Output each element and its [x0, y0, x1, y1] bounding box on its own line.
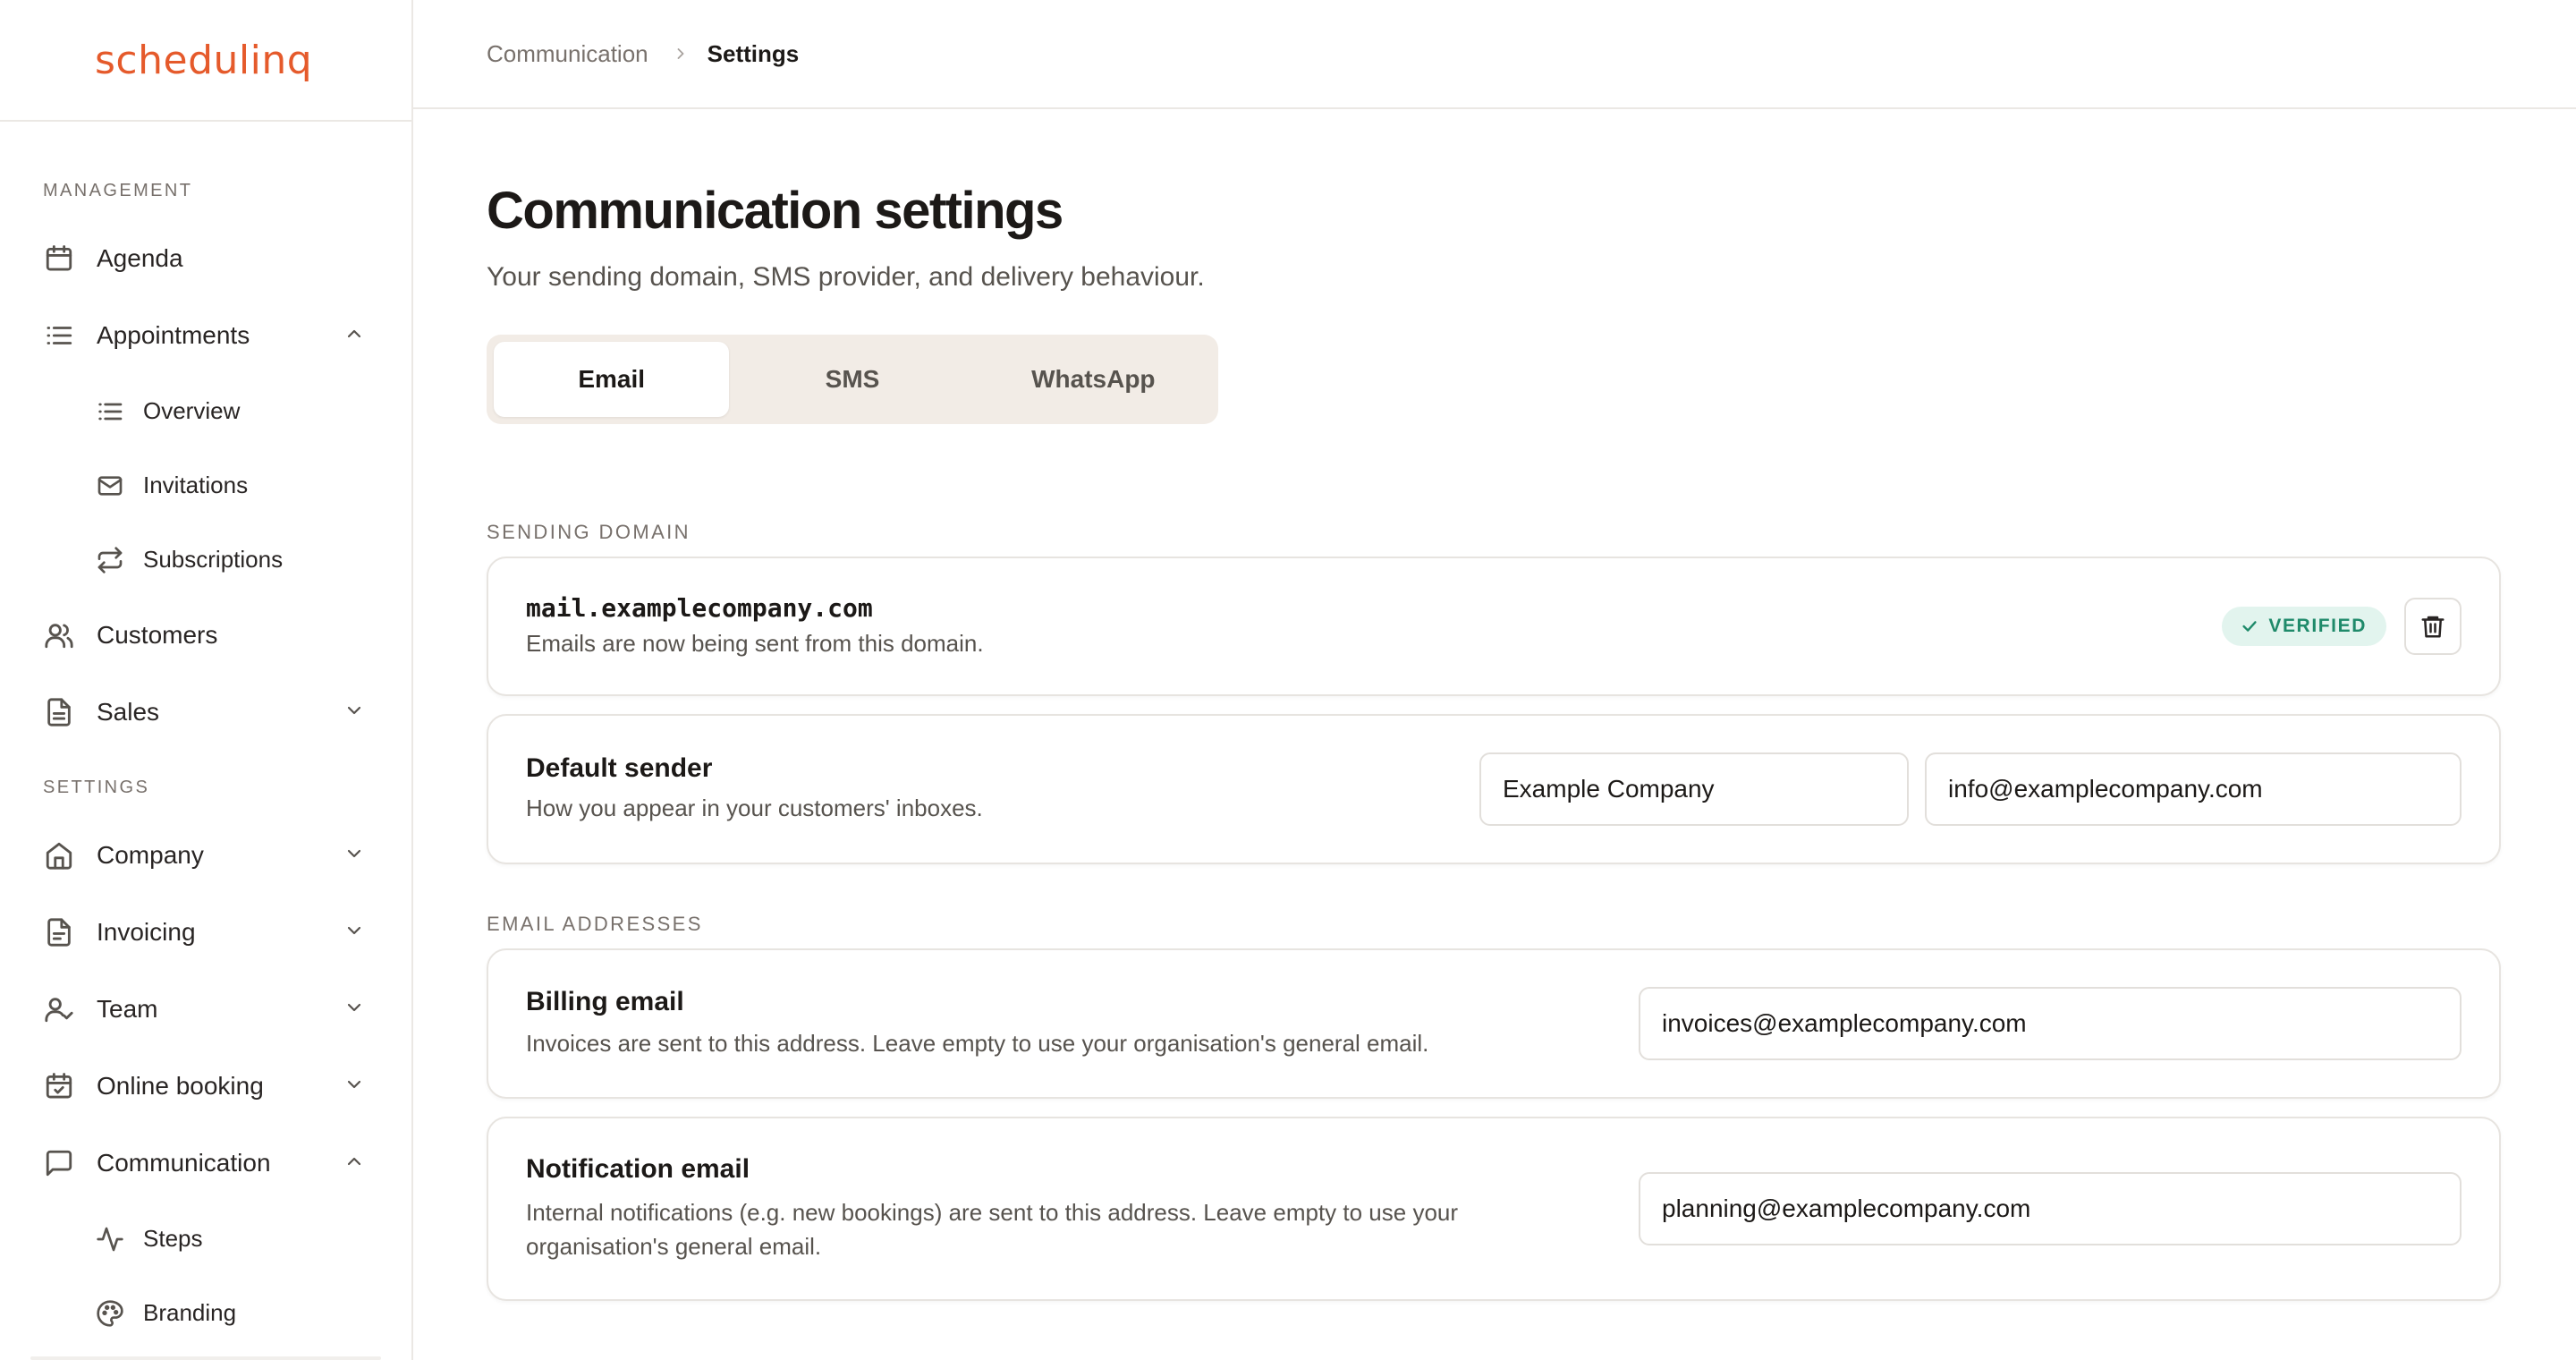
app-root: schedulinq MANAGEMENT Agenda Appointment…: [0, 0, 2576, 1360]
default-sender-card: Default sender How you appear in your cu…: [487, 714, 2501, 864]
sending-domain-name: mail.examplecompany.com: [526, 592, 873, 623]
sidebar-item-customers[interactable]: Customers: [0, 597, 411, 674]
status-badge: VERIFIED: [2222, 607, 2386, 646]
sidebar-item-appointments[interactable]: Appointments: [0, 297, 411, 374]
notification-email-info: Notification email Internal notification…: [526, 1154, 1639, 1263]
billing-email-description: Invoices are sent to this address. Leave…: [526, 1030, 1429, 1057]
section-heading-management: MANAGEMENT: [43, 181, 193, 200]
sidebar-item-online-booking[interactable]: Online booking: [0, 1048, 411, 1125]
default-sender-info: Default sender How you appear in your cu…: [526, 753, 1479, 825]
sidebar-subitem-label: Invitations: [143, 472, 249, 498]
channel-tabs: Email SMS WhatsApp: [487, 335, 1218, 424]
billing-email-info: Billing email Invoices are sent to this …: [526, 987, 1639, 1060]
breadcrumb-current: Settings: [707, 39, 800, 67]
page-subtitle: Your sending domain, SMS provider, and d…: [487, 262, 1205, 292]
breadcrumb-parent-link[interactable]: Communication: [487, 40, 648, 68]
sidebar-subitem-label: Branding: [143, 1299, 237, 1326]
logo-area: schedulinq: [0, 0, 411, 122]
chevron-down-icon[interactable]: [343, 997, 365, 1023]
notification-email-card: Notification email Internal notification…: [487, 1117, 2501, 1301]
sender-name-input[interactable]: [1479, 752, 1909, 826]
users-icon: [43, 619, 75, 651]
section-heading-settings: SETTINGS: [43, 778, 150, 797]
chevron-up-icon[interactable]: [343, 1151, 365, 1177]
chevron-right-icon: [672, 45, 690, 63]
breadcrumb: Communication Settings: [413, 0, 2576, 109]
sidebar: schedulinq MANAGEMENT Agenda Appointment…: [0, 0, 413, 1360]
chevron-down-icon[interactable]: [343, 700, 365, 726]
sidebar-item-label: Sales: [97, 698, 160, 726]
sidebar-item-agenda[interactable]: Agenda: [0, 220, 411, 297]
tab-whatsapp[interactable]: WhatsApp: [976, 342, 1211, 417]
sidebar-subitem-branding[interactable]: Branding: [0, 1276, 411, 1350]
logo[interactable]: schedulinq: [95, 38, 312, 83]
sidebar-item-label: Invoicing: [97, 918, 196, 946]
sidebar-subitem-subscriptions[interactable]: Subscriptions: [0, 523, 411, 597]
sending-domain-card: mail.examplecompany.com Emails are now b…: [487, 557, 2501, 696]
section-label-sending-domain: SENDING DOMAIN: [487, 521, 691, 543]
sidebar-subitem-invitations[interactable]: Invitations: [0, 448, 411, 523]
notification-email-title: Notification email: [526, 1154, 750, 1184]
file-text-icon: [43, 696, 75, 728]
user-check-icon: [43, 993, 75, 1025]
sidebar-item-label: Customers: [97, 621, 218, 649]
sidebar-subitem-label: Steps: [143, 1225, 203, 1252]
billing-email-input[interactable]: [1639, 987, 2462, 1060]
status-badge-label: VERIFIED: [2268, 616, 2367, 636]
chevron-down-icon[interactable]: [343, 1074, 365, 1100]
sidebar-subitem-label: Overview: [143, 397, 241, 424]
sidebar-item-invoicing[interactable]: Invoicing: [0, 894, 411, 971]
sidebar-item-team[interactable]: Team: [0, 971, 411, 1048]
file-invoice-icon: [43, 916, 75, 948]
page-title: Communication settings: [487, 182, 1063, 240]
sidebar-item-label: Team: [97, 995, 158, 1023]
tab-sms[interactable]: SMS: [734, 342, 970, 417]
mail-icon: [95, 471, 125, 501]
default-sender-description: How you appear in your customers' inboxe…: [526, 795, 983, 821]
check-icon: [2242, 621, 2257, 632]
chevron-up-icon[interactable]: [343, 323, 365, 349]
chevron-down-icon[interactable]: [343, 843, 365, 869]
sidebar-scroll-indicator: [30, 1356, 381, 1360]
sidebar-item-label: Company: [97, 841, 204, 869]
billing-email-title: Billing email: [526, 987, 684, 1016]
trash-icon: [2421, 616, 2445, 638]
chevron-down-icon[interactable]: [343, 920, 365, 946]
section-label-email-addresses: EMAIL ADDRESSES: [487, 913, 703, 935]
home-icon: [43, 839, 75, 871]
calendar-check-icon: [43, 1070, 75, 1102]
sidebar-item-communication[interactable]: Communication: [0, 1125, 411, 1202]
sidebar-subitem-steps[interactable]: Steps: [0, 1202, 411, 1276]
sidebar-item-label: Agenda: [97, 244, 183, 272]
sending-domain-description: Emails are now being sent from this doma…: [526, 629, 984, 657]
sidebar-item-sales[interactable]: Sales: [0, 674, 411, 751]
tab-email[interactable]: Email: [494, 342, 730, 417]
activity-icon: [95, 1224, 125, 1254]
settings-content: Communication settings Your sending doma…: [413, 175, 2501, 1301]
sidebar-item-company[interactable]: Company: [0, 817, 411, 894]
notification-email-description: Internal notifications (e.g. new booking…: [526, 1199, 1459, 1260]
notification-email-input[interactable]: [1639, 1172, 2462, 1245]
calendar-icon: [43, 242, 75, 275]
message-square-icon: [43, 1147, 75, 1179]
default-sender-title: Default sender: [526, 753, 713, 783]
list-icon: [95, 396, 125, 427]
sidebar-item-label: Appointments: [97, 321, 250, 349]
billing-email-card: Billing email Invoices are sent to this …: [487, 948, 2501, 1099]
repeat-icon: [95, 545, 125, 575]
sidebar-nav: MANAGEMENT Agenda Appointments Overview …: [0, 122, 411, 1350]
sender-email-input[interactable]: [1925, 752, 2462, 826]
sending-domain-info: mail.examplecompany.com Emails are now b…: [526, 593, 2222, 660]
sidebar-subitem-overview[interactable]: Overview: [0, 374, 411, 448]
main-content: Communication Settings Communication set…: [413, 0, 2576, 1360]
delete-domain-button[interactable]: [2404, 598, 2462, 655]
sidebar-item-label: Online booking: [97, 1072, 264, 1100]
sidebar-subitem-label: Subscriptions: [143, 546, 284, 573]
sidebar-item-label: Communication: [97, 1149, 271, 1177]
palette-icon: [95, 1298, 125, 1329]
list-icon: [43, 319, 75, 352]
